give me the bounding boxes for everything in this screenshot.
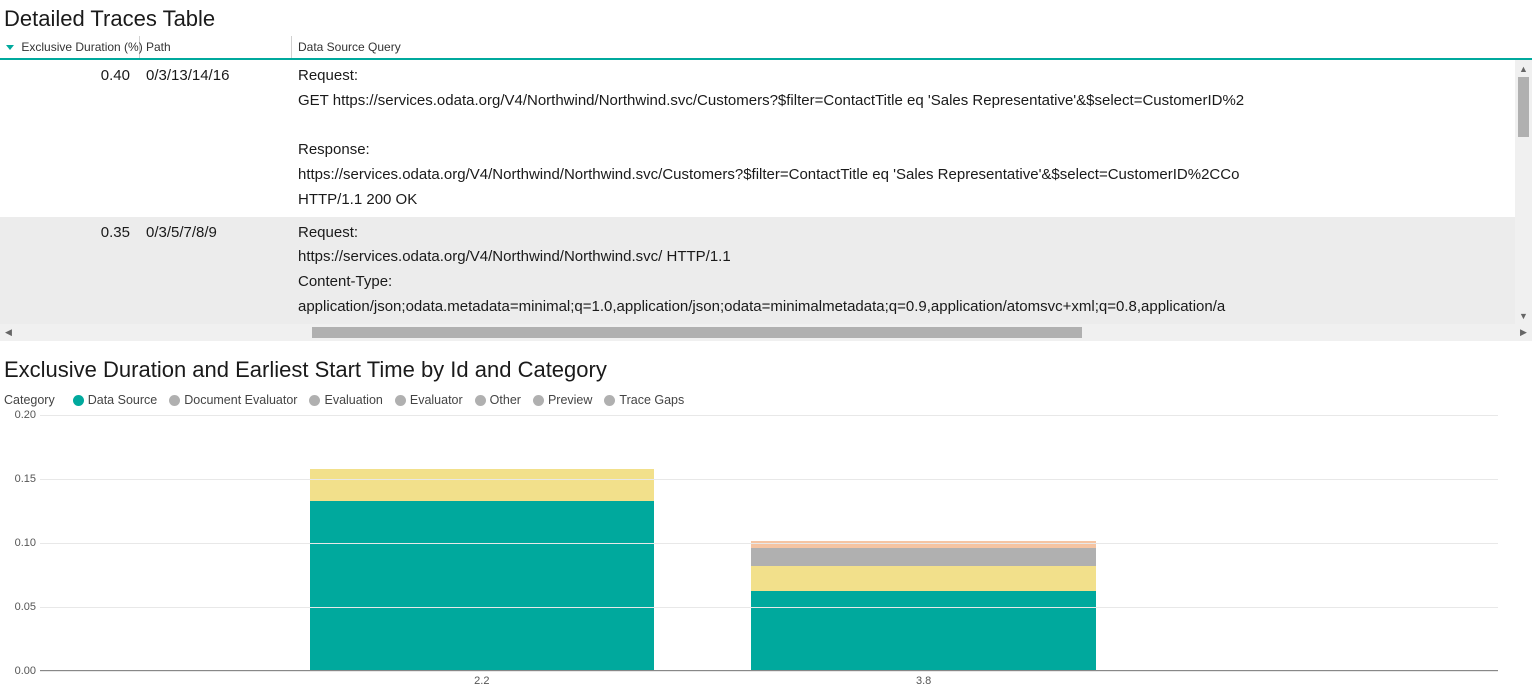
chart-gridline (40, 671, 1498, 672)
x-axis-tick: 2.2 (474, 675, 489, 687)
legend-item-label: Evaluation (324, 393, 382, 407)
column-header-duration-label: Exclusive Duration (%) (21, 40, 142, 54)
legend-item[interactable]: Data Source (73, 393, 157, 407)
legend-item[interactable]: Evaluation (309, 393, 382, 407)
cell-path: 0/3/5/7/8/9 (140, 217, 292, 324)
legend-swatch-icon (395, 395, 406, 406)
legend-swatch-icon (169, 395, 180, 406)
y-axis-tick: 0.00 (6, 665, 36, 677)
legend-item-label: Preview (548, 393, 592, 407)
cell-query: Request: GET https://services.odata.org/… (292, 60, 1532, 217)
legend-item-label: Other (490, 393, 521, 407)
table-row[interactable]: 0.40 0/3/13/14/16 Request: GET https://s… (0, 60, 1532, 217)
cell-duration: 0.35 (0, 217, 140, 324)
cell-query: Request: https://services.odata.org/V4/N… (292, 217, 1532, 324)
scrollbar-track[interactable] (17, 324, 1515, 341)
y-axis-tick: 0.10 (6, 537, 36, 549)
y-axis-tick: 0.05 (6, 601, 36, 613)
sort-desc-icon (6, 45, 14, 50)
legend-swatch-icon (533, 395, 544, 406)
chart-gridline (40, 607, 1498, 608)
legend-item[interactable]: Preview (533, 393, 592, 407)
chart-plot[interactable]: 0.000.050.100.150.20 (40, 415, 1498, 671)
cell-duration: 0.40 (0, 60, 140, 217)
chart-gridline (40, 543, 1498, 544)
chart-bar-segment (751, 566, 1096, 590)
scroll-up-icon[interactable]: ▲ (1515, 60, 1532, 77)
table-body: 0.40 0/3/13/14/16 Request: GET https://s… (0, 60, 1532, 324)
horizontal-scrollbar[interactable]: ◀ ▶ (0, 324, 1532, 341)
column-header-query[interactable]: Data Source Query (292, 36, 1532, 58)
chart-bar-segment (751, 548, 1096, 566)
legend-item[interactable]: Trace Gaps (604, 393, 684, 407)
x-axis-tick: 3.8 (916, 675, 931, 687)
scroll-down-icon[interactable]: ▼ (1515, 307, 1532, 324)
chart-gridline (40, 415, 1498, 416)
table-title: Detailed Traces Table (0, 0, 1532, 36)
legend-item-label: Data Source (88, 393, 157, 407)
table-row[interactable]: 0.35 0/3/5/7/8/9 Request: https://servic… (0, 217, 1532, 324)
scrollbar-thumb[interactable] (1518, 77, 1529, 137)
legend-item-label: Evaluator (410, 393, 463, 407)
legend-item[interactable]: Other (475, 393, 521, 407)
traces-table: Exclusive Duration (%) Path Data Source … (0, 36, 1532, 341)
scroll-right-icon[interactable]: ▶ (1515, 324, 1532, 341)
column-header-path[interactable]: Path (140, 36, 292, 58)
legend-swatch-icon (475, 395, 486, 406)
chart-bar-segment (751, 541, 1096, 549)
chart-area: 0.000.050.100.150.20 2.2 3.8 (4, 415, 1528, 693)
chart-gridline (40, 479, 1498, 480)
legend-label: Category (4, 393, 55, 407)
chart-bar-segment (751, 591, 1096, 670)
legend-swatch-icon (309, 395, 320, 406)
chart-bar-segment (310, 501, 655, 670)
chart-title: Exclusive Duration and Earliest Start Ti… (4, 351, 1528, 387)
column-header-duration[interactable]: Exclusive Duration (%) (0, 36, 140, 58)
chart-legend: Category Data Source Document Evaluator Ev… (4, 387, 1528, 415)
y-axis-tick: 0.20 (6, 409, 36, 421)
cell-path: 0/3/13/14/16 (140, 60, 292, 217)
chart-bar-segment (310, 469, 655, 501)
legend-item[interactable]: Document Evaluator (169, 393, 297, 407)
legend-item[interactable]: Evaluator (395, 393, 463, 407)
legend-swatch-icon (604, 395, 615, 406)
y-axis-tick: 0.15 (6, 473, 36, 485)
legend-swatch-icon (73, 395, 84, 406)
legend-item-label: Trace Gaps (619, 393, 684, 407)
vertical-scrollbar[interactable]: ▲ ▼ (1515, 60, 1532, 324)
table-header-row: Exclusive Duration (%) Path Data Source … (0, 36, 1532, 60)
scrollbar-thumb[interactable] (312, 327, 1082, 338)
legend-item-label: Document Evaluator (184, 393, 297, 407)
scroll-left-icon[interactable]: ◀ (0, 324, 17, 341)
chart-section: Exclusive Duration and Earliest Start Ti… (0, 341, 1532, 693)
